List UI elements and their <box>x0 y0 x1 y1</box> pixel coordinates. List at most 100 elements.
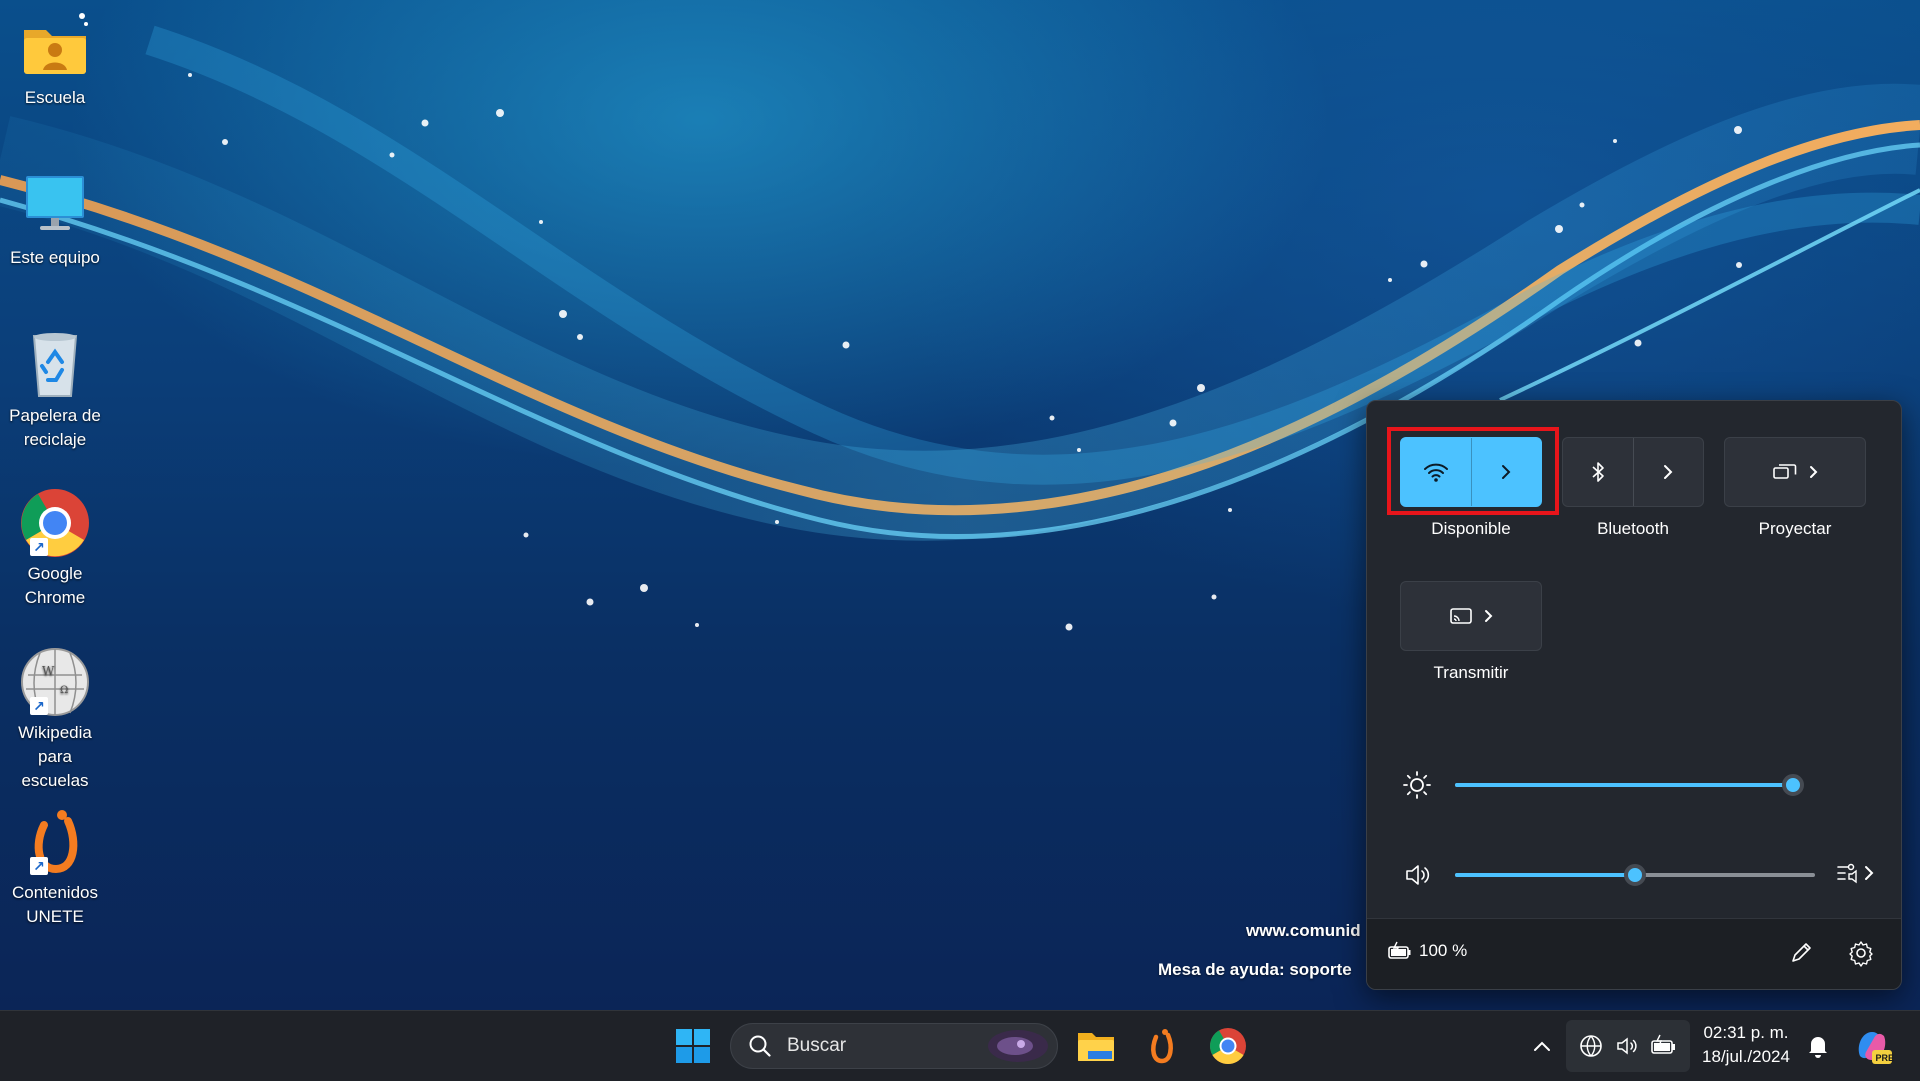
clock-time: 02:31 p. m. <box>1703 1023 1789 1042</box>
brightness-slider-thumb[interactable] <box>1782 774 1804 796</box>
search-placeholder: Buscar <box>787 1035 847 1056</box>
show-hidden-icons-button[interactable] <box>1522 1019 1562 1073</box>
brightness-slider-fill <box>1455 783 1793 787</box>
clock-date: 18/jul./2024 <box>1702 1047 1790 1066</box>
desktop-icon-label: Papelera de <box>9 406 101 425</box>
desktop-icon-google-chrome[interactable]: ↗ Google Chrome <box>4 486 106 610</box>
wifi-icon <box>1423 463 1448 482</box>
wifi-tile-group: Disponible <box>1399 437 1543 539</box>
system-tray-quick-settings-button[interactable] <box>1566 1020 1690 1072</box>
wallpaper-website-text: www.comunid <box>1246 921 1361 940</box>
desktop-icon-label: reciclaje <box>23 430 87 449</box>
desktop: Escuela Este equipo Papelera de reciclaj… <box>0 0 1920 1010</box>
speaker-volume-icon[interactable] <box>1401 859 1433 891</box>
desktop-icon-label: UNETE <box>26 907 84 926</box>
desktop-icon-wikipedia[interactable]: W Ω ↗ Wikipedia para escuelas <box>4 645 106 793</box>
volume-slider-thumb[interactable] <box>1624 864 1646 886</box>
wikipedia-globe-icon: W Ω ↗ <box>18 645 92 719</box>
desktop-icon-label: Wikipedia <box>18 723 92 742</box>
copilot-button[interactable]: PRE <box>1846 1019 1898 1073</box>
search-icon <box>749 1035 771 1057</box>
wallpaper-helpdesk-text: Mesa de ayuda: soporte <box>1158 960 1352 979</box>
bluetooth-tile <box>1562 437 1704 507</box>
taskbar-search-box[interactable]: Buscar <box>730 1023 1058 1069</box>
quick-settings-panel: Disponible Bluetooth Proyectar Transmiti… <box>1366 400 1902 990</box>
desktop-icon-label: Chrome <box>24 588 86 607</box>
chevron-up-icon <box>1534 1041 1550 1051</box>
bluetooth-toggle-button[interactable] <box>1563 438 1633 506</box>
taskbar: Buscar 02:31 p. m. 18/jul./2024 PRE <box>0 1010 1920 1081</box>
notifications-button[interactable] <box>1800 1019 1836 1073</box>
taskbar-unete-app[interactable] <box>1134 1019 1190 1073</box>
audio-mixer-icon <box>1837 863 1857 884</box>
chevron-right-icon <box>1810 466 1818 478</box>
bell-icon <box>1809 1037 1827 1058</box>
bluetooth-tile-group: Bluetooth <box>1561 437 1705 539</box>
recycle-bin-icon <box>18 328 92 402</box>
svg-text:Ω: Ω <box>60 685 68 696</box>
chevron-right-icon <box>1664 465 1673 479</box>
chrome-icon <box>1209 1028 1246 1065</box>
all-settings-button[interactable] <box>1847 939 1875 972</box>
shortcut-arrow-icon: ↗ <box>30 538 48 556</box>
svg-text:W: W <box>42 664 55 678</box>
cast-tile-group: Transmitir <box>1399 581 1543 683</box>
brightness-sun-icon <box>1403 771 1431 799</box>
desktop-icon-este-equipo[interactable]: Este equipo <box>4 170 106 270</box>
wifi-expand-button[interactable] <box>1470 438 1542 506</box>
volume-row <box>1401 855 1874 895</box>
chrome-icon: ↗ <box>18 486 92 560</box>
desktop-icon-label: Google <box>27 564 83 583</box>
shortcut-arrow-icon: ↗ <box>30 857 48 875</box>
monitor-icon <box>18 170 92 244</box>
globe-network-icon <box>1580 1035 1602 1057</box>
gear-icon <box>1849 941 1873 967</box>
volume-slider[interactable] <box>1455 864 1815 886</box>
desktop-icon-label: Escuela <box>24 88 86 107</box>
cast-tile-label: Transmitir <box>1433 663 1509 682</box>
desktop-icon-label: Este equipo <box>10 248 100 267</box>
unete-logo-icon: ↗ <box>18 805 92 879</box>
audio-output-button[interactable] <box>1835 859 1875 887</box>
project-display-icon <box>1773 464 1797 479</box>
desktop-icon-papelera[interactable]: Papelera de reciclaje <box>4 328 106 452</box>
taskbar-chrome[interactable] <box>1200 1019 1256 1073</box>
bluetooth-icon <box>1592 462 1604 482</box>
wifi-tile <box>1400 437 1542 507</box>
file-explorer-icon <box>1078 1033 1114 1061</box>
desktop-icon-label: Contenidos <box>11 883 98 902</box>
taskbar-clock[interactable]: 02:31 p. m. 18/jul./2024 <box>1692 1021 1800 1069</box>
battery-icon <box>1651 1034 1675 1054</box>
bluetooth-tile-label: Bluetooth <box>1597 519 1669 538</box>
battery-status-button[interactable]: 100 % <box>1387 941 1467 961</box>
brightness-slider[interactable] <box>1455 774 1804 796</box>
speaker-icon <box>1617 1037 1637 1055</box>
user-folder-icon <box>18 10 92 84</box>
start-button[interactable] <box>666 1019 720 1073</box>
copilot-pre-badge: PRE <box>1875 1053 1894 1063</box>
project-tile-label: Proyectar <box>1758 519 1832 538</box>
project-tile[interactable] <box>1724 437 1866 507</box>
brightness-row <box>1401 765 1871 805</box>
volume-slider-fill <box>1455 873 1635 877</box>
battery-percent: 100 % <box>1419 941 1468 960</box>
taskbar-file-explorer[interactable] <box>1068 1019 1124 1073</box>
project-tile-group: Proyectar <box>1723 437 1867 539</box>
unete-app-icon <box>1151 1029 1173 1064</box>
chevron-right-icon <box>1865 866 1874 880</box>
edit-quick-settings-button[interactable] <box>1787 939 1815 972</box>
desktop-icon-escuela[interactable]: Escuela <box>4 10 106 110</box>
desktop-icon-contenidos-unete[interactable]: ↗ Contenidos UNETE <box>4 805 106 929</box>
pencil-edit-icon <box>1792 943 1811 962</box>
search-highlight-image-icon <box>988 1030 1048 1062</box>
wifi-tile-label: Disponible <box>1431 519 1511 538</box>
battery-charging-icon <box>1388 941 1411 959</box>
chevron-right-icon <box>1485 610 1493 622</box>
shortcut-arrow-icon: ↗ <box>30 697 48 715</box>
quick-settings-footer: 100 % <box>1367 918 1901 989</box>
bluetooth-expand-button[interactable] <box>1632 438 1704 506</box>
windows-start-icon <box>676 1029 710 1063</box>
cast-icon <box>1450 608 1472 624</box>
cast-tile[interactable] <box>1400 581 1542 651</box>
wifi-toggle-button[interactable] <box>1401 438 1471 506</box>
